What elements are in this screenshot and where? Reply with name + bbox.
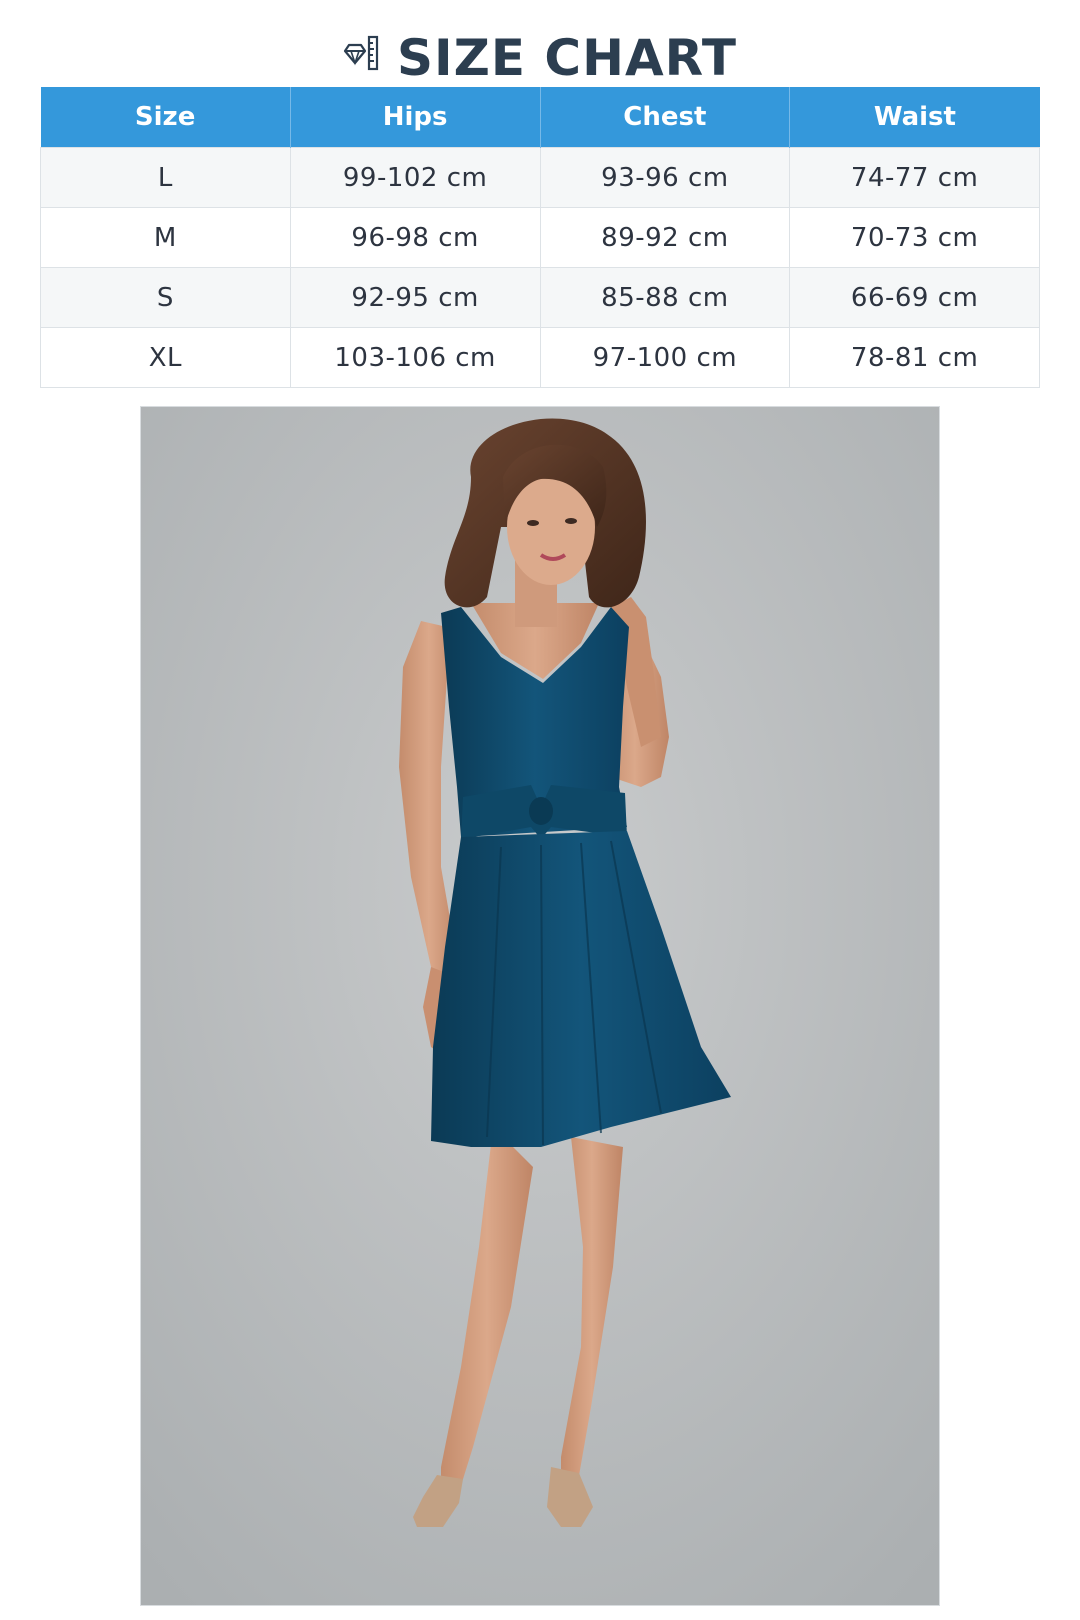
waist-cell: 78-81 cm [789,327,1040,388]
table-header: Size Hips Chest Waist [40,87,1040,148]
hips-cell: 96-98 cm [289,207,541,268]
chest-cell: 97-100 cm [539,327,791,388]
model-illustration [141,407,939,1605]
chest-cell: 85-88 cm [539,267,791,328]
column-header-waist: Waist [789,87,1040,148]
table-body: L 99-102 cm 93-96 cm 74-77 cm M 96-98 cm… [40,147,1040,388]
column-header-hips: Hips [290,87,541,148]
size-cell: M [40,207,291,268]
hips-cell: 92-95 cm [289,267,541,328]
waist-cell: 74-77 cm [789,147,1040,208]
table-row: S 92-95 cm 85-88 cm 66-69 cm [40,267,1040,328]
chest-cell: 89-92 cm [539,207,791,268]
chest-cell: 93-96 cm [539,147,791,208]
column-header-chest: Chest [540,87,791,148]
waist-cell: 70-73 cm [789,207,1040,268]
size-chart-table: Size Hips Chest Waist L 99-102 cm 93-96 … [40,87,1040,388]
page-title: SIZE CHART [396,29,738,87]
size-cell: L [40,147,291,208]
table-row: L 99-102 cm 93-96 cm 74-77 cm [40,147,1040,208]
title-row: SIZE CHART [0,28,1080,88]
product-photo [140,406,940,1606]
hips-cell: 99-102 cm [289,147,541,208]
size-cell: XL [40,327,291,388]
table-row: XL 103-106 cm 97-100 cm 78-81 cm [40,327,1040,388]
hips-cell: 103-106 cm [289,327,541,388]
table-row: M 96-98 cm 89-92 cm 70-73 cm [40,207,1040,268]
ruler-icon [343,35,381,77]
column-header-size: Size [40,87,291,148]
size-cell: S [40,267,291,328]
table-header-row: Size Hips Chest Waist [40,87,1040,148]
waist-cell: 66-69 cm [789,267,1040,328]
